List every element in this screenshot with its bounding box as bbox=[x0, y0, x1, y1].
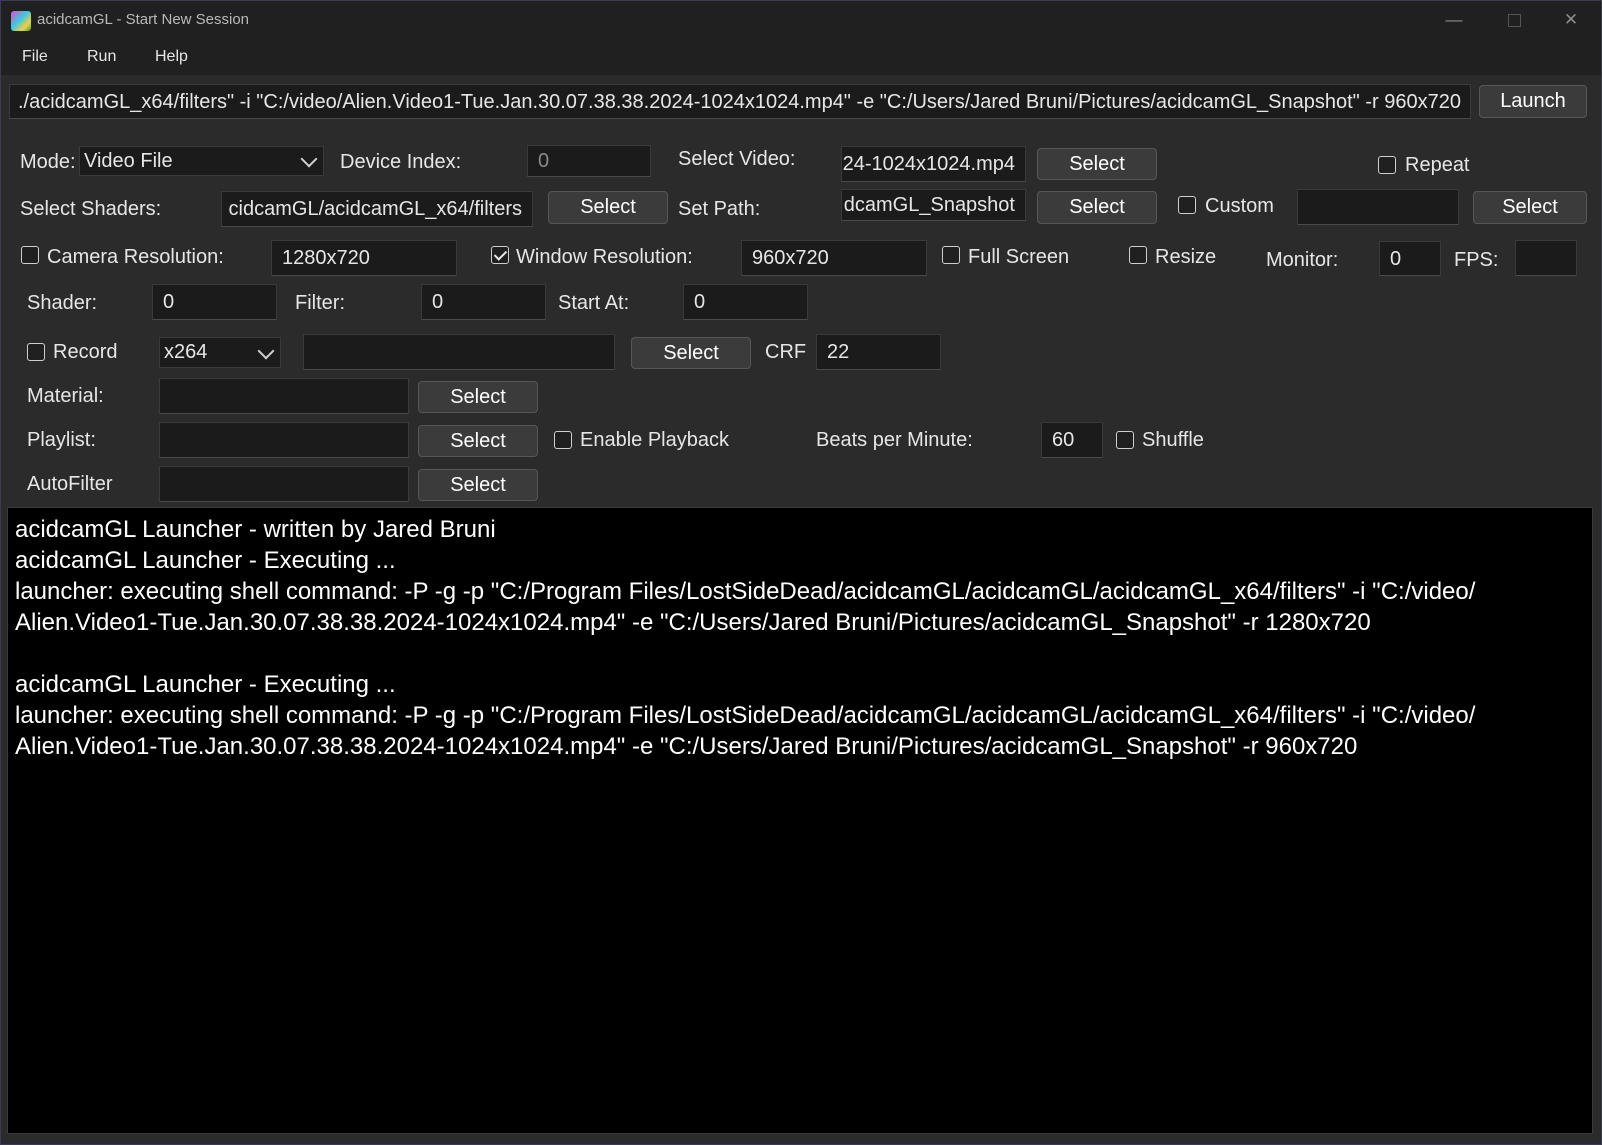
menu-file[interactable]: File bbox=[22, 48, 48, 66]
shader-label: Shader: bbox=[27, 292, 98, 314]
codec-value: x264 bbox=[164, 341, 208, 363]
select-shaders-button[interactable]: Select bbox=[548, 191, 668, 224]
console-line: launcher: executing shell command: -P -g… bbox=[15, 702, 1476, 729]
title-bar: acidcamGL - Start New Session — ✕ bbox=[1, 1, 1601, 39]
chevron-down-icon bbox=[300, 150, 318, 168]
select-shaders-label: Select Shaders: bbox=[20, 198, 162, 220]
custom-checkbox[interactable] bbox=[1178, 196, 1196, 214]
window-resolution-label: Window Resolution: bbox=[516, 246, 693, 268]
custom-select-button[interactable]: Select bbox=[1473, 191, 1587, 224]
autofilter-input[interactable] bbox=[159, 466, 409, 502]
window-resolution-checkbox[interactable] bbox=[491, 246, 509, 264]
shuffle-checkbox[interactable] bbox=[1116, 431, 1134, 449]
custom-input[interactable] bbox=[1297, 189, 1459, 225]
playlist-label: Playlist: bbox=[27, 429, 96, 451]
custom-label: Custom bbox=[1205, 195, 1274, 217]
repeat-checkbox[interactable] bbox=[1378, 156, 1396, 174]
device-index-label: Device Index: bbox=[340, 151, 462, 173]
codec-select[interactable]: x264 bbox=[159, 337, 281, 368]
material-input[interactable] bbox=[159, 378, 409, 414]
playlist-input[interactable] bbox=[159, 422, 409, 458]
repeat-label: Repeat bbox=[1405, 154, 1470, 176]
select-video-button[interactable]: Select bbox=[1037, 148, 1157, 180]
bpm-input[interactable]: 60 bbox=[1041, 422, 1103, 458]
set-path-select-button[interactable]: Select bbox=[1037, 191, 1157, 224]
start-at-input[interactable]: 0 bbox=[683, 284, 808, 320]
menu-bar: File Run Help bbox=[1, 39, 1601, 75]
autofilter-select-button[interactable]: Select bbox=[418, 469, 538, 501]
select-video-label: Select Video: bbox=[678, 148, 796, 170]
window-title: acidcamGL - Start New Session bbox=[37, 11, 250, 28]
full-screen-checkbox[interactable] bbox=[942, 246, 960, 264]
resize-label: Resize bbox=[1155, 246, 1217, 268]
crf-input[interactable]: 22 bbox=[816, 334, 941, 370]
full-screen-label: Full Screen bbox=[968, 246, 1070, 268]
console-line: Alien.Video1-Tue.Jan.30.07.38.38.2024-10… bbox=[15, 609, 1371, 636]
console-line: Alien.Video1-Tue.Jan.30.07.38.38.2024-10… bbox=[15, 733, 1358, 760]
start-at-label: Start At: bbox=[558, 292, 630, 314]
filter-index-input[interactable]: 0 bbox=[421, 284, 546, 320]
chevron-down-icon bbox=[257, 342, 275, 359]
mode-select[interactable]: Video File bbox=[79, 146, 324, 176]
record-path-input[interactable] bbox=[303, 334, 615, 370]
monitor-input[interactable]: 0 bbox=[1379, 241, 1441, 276]
bpm-label: Beats per Minute: bbox=[816, 429, 973, 451]
menu-run[interactable]: Run bbox=[87, 48, 116, 66]
enable-playback-label: Enable Playback bbox=[580, 429, 729, 451]
snapshot-path-input[interactable]: dcamGL_Snapshot bbox=[841, 189, 1026, 221]
mode-value: Video File bbox=[84, 149, 173, 172]
record-select-button[interactable]: Select bbox=[631, 337, 751, 369]
playlist-select-button[interactable]: Select bbox=[418, 425, 538, 457]
device-index-input[interactable]: 0 bbox=[527, 145, 651, 177]
launch-button[interactable]: Launch bbox=[1479, 85, 1587, 118]
camera-resolution-checkbox[interactable] bbox=[21, 246, 39, 264]
command-input[interactable]: ./acidcamGL_x64/filters" -i "C:/video/Al… bbox=[9, 84, 1471, 119]
material-label: Material: bbox=[27, 385, 104, 407]
filter-label: Filter: bbox=[295, 292, 345, 314]
video-path-input[interactable]: 24-1024x1024.mp4 bbox=[841, 146, 1026, 182]
maximize-button[interactable] bbox=[1491, 5, 1537, 35]
main-window: acidcamGL - Start New Session — ✕ File R… bbox=[0, 0, 1602, 1145]
material-select-button[interactable]: Select bbox=[418, 381, 538, 413]
shaders-path-input[interactable]: cidcamGL/acidcamGL_x64/filters bbox=[221, 191, 533, 227]
maximize-icon bbox=[1507, 14, 1521, 28]
fps-label: FPS: bbox=[1454, 249, 1499, 271]
window-resolution-input[interactable]: 960x720 bbox=[741, 240, 927, 276]
set-path-label: Set Path: bbox=[678, 198, 761, 220]
minimize-button[interactable]: — bbox=[1431, 5, 1477, 35]
console-line: acidcamGL Launcher - written by Jared Br… bbox=[15, 516, 496, 543]
mode-label: Mode: bbox=[20, 151, 76, 173]
close-button[interactable]: ✕ bbox=[1548, 5, 1594, 35]
camera-resolution-input[interactable]: 1280x720 bbox=[271, 240, 457, 276]
enable-playback-checkbox[interactable] bbox=[554, 431, 572, 449]
record-label: Record bbox=[53, 341, 118, 363]
record-checkbox[interactable] bbox=[27, 343, 45, 361]
console-line: launcher: executing shell command: -P -g… bbox=[15, 578, 1476, 605]
menu-help[interactable]: Help bbox=[155, 48, 188, 66]
app-icon bbox=[11, 11, 31, 31]
autofilter-label: AutoFilter bbox=[27, 473, 113, 495]
shuffle-label: Shuffle bbox=[1142, 429, 1204, 451]
camera-resolution-label: Camera Resolution: bbox=[47, 246, 224, 268]
console-line: acidcamGL Launcher - Executing ... bbox=[15, 671, 396, 698]
fps-input[interactable] bbox=[1515, 240, 1577, 276]
console-output[interactable]: acidcamGL Launcher - written by Jared Br… bbox=[7, 507, 1593, 1134]
crf-label: CRF bbox=[765, 341, 807, 363]
console-line: acidcamGL Launcher - Executing ... bbox=[15, 547, 396, 574]
shader-index-input[interactable]: 0 bbox=[152, 284, 277, 320]
monitor-label: Monitor: bbox=[1266, 249, 1339, 271]
resize-checkbox[interactable] bbox=[1129, 246, 1147, 264]
